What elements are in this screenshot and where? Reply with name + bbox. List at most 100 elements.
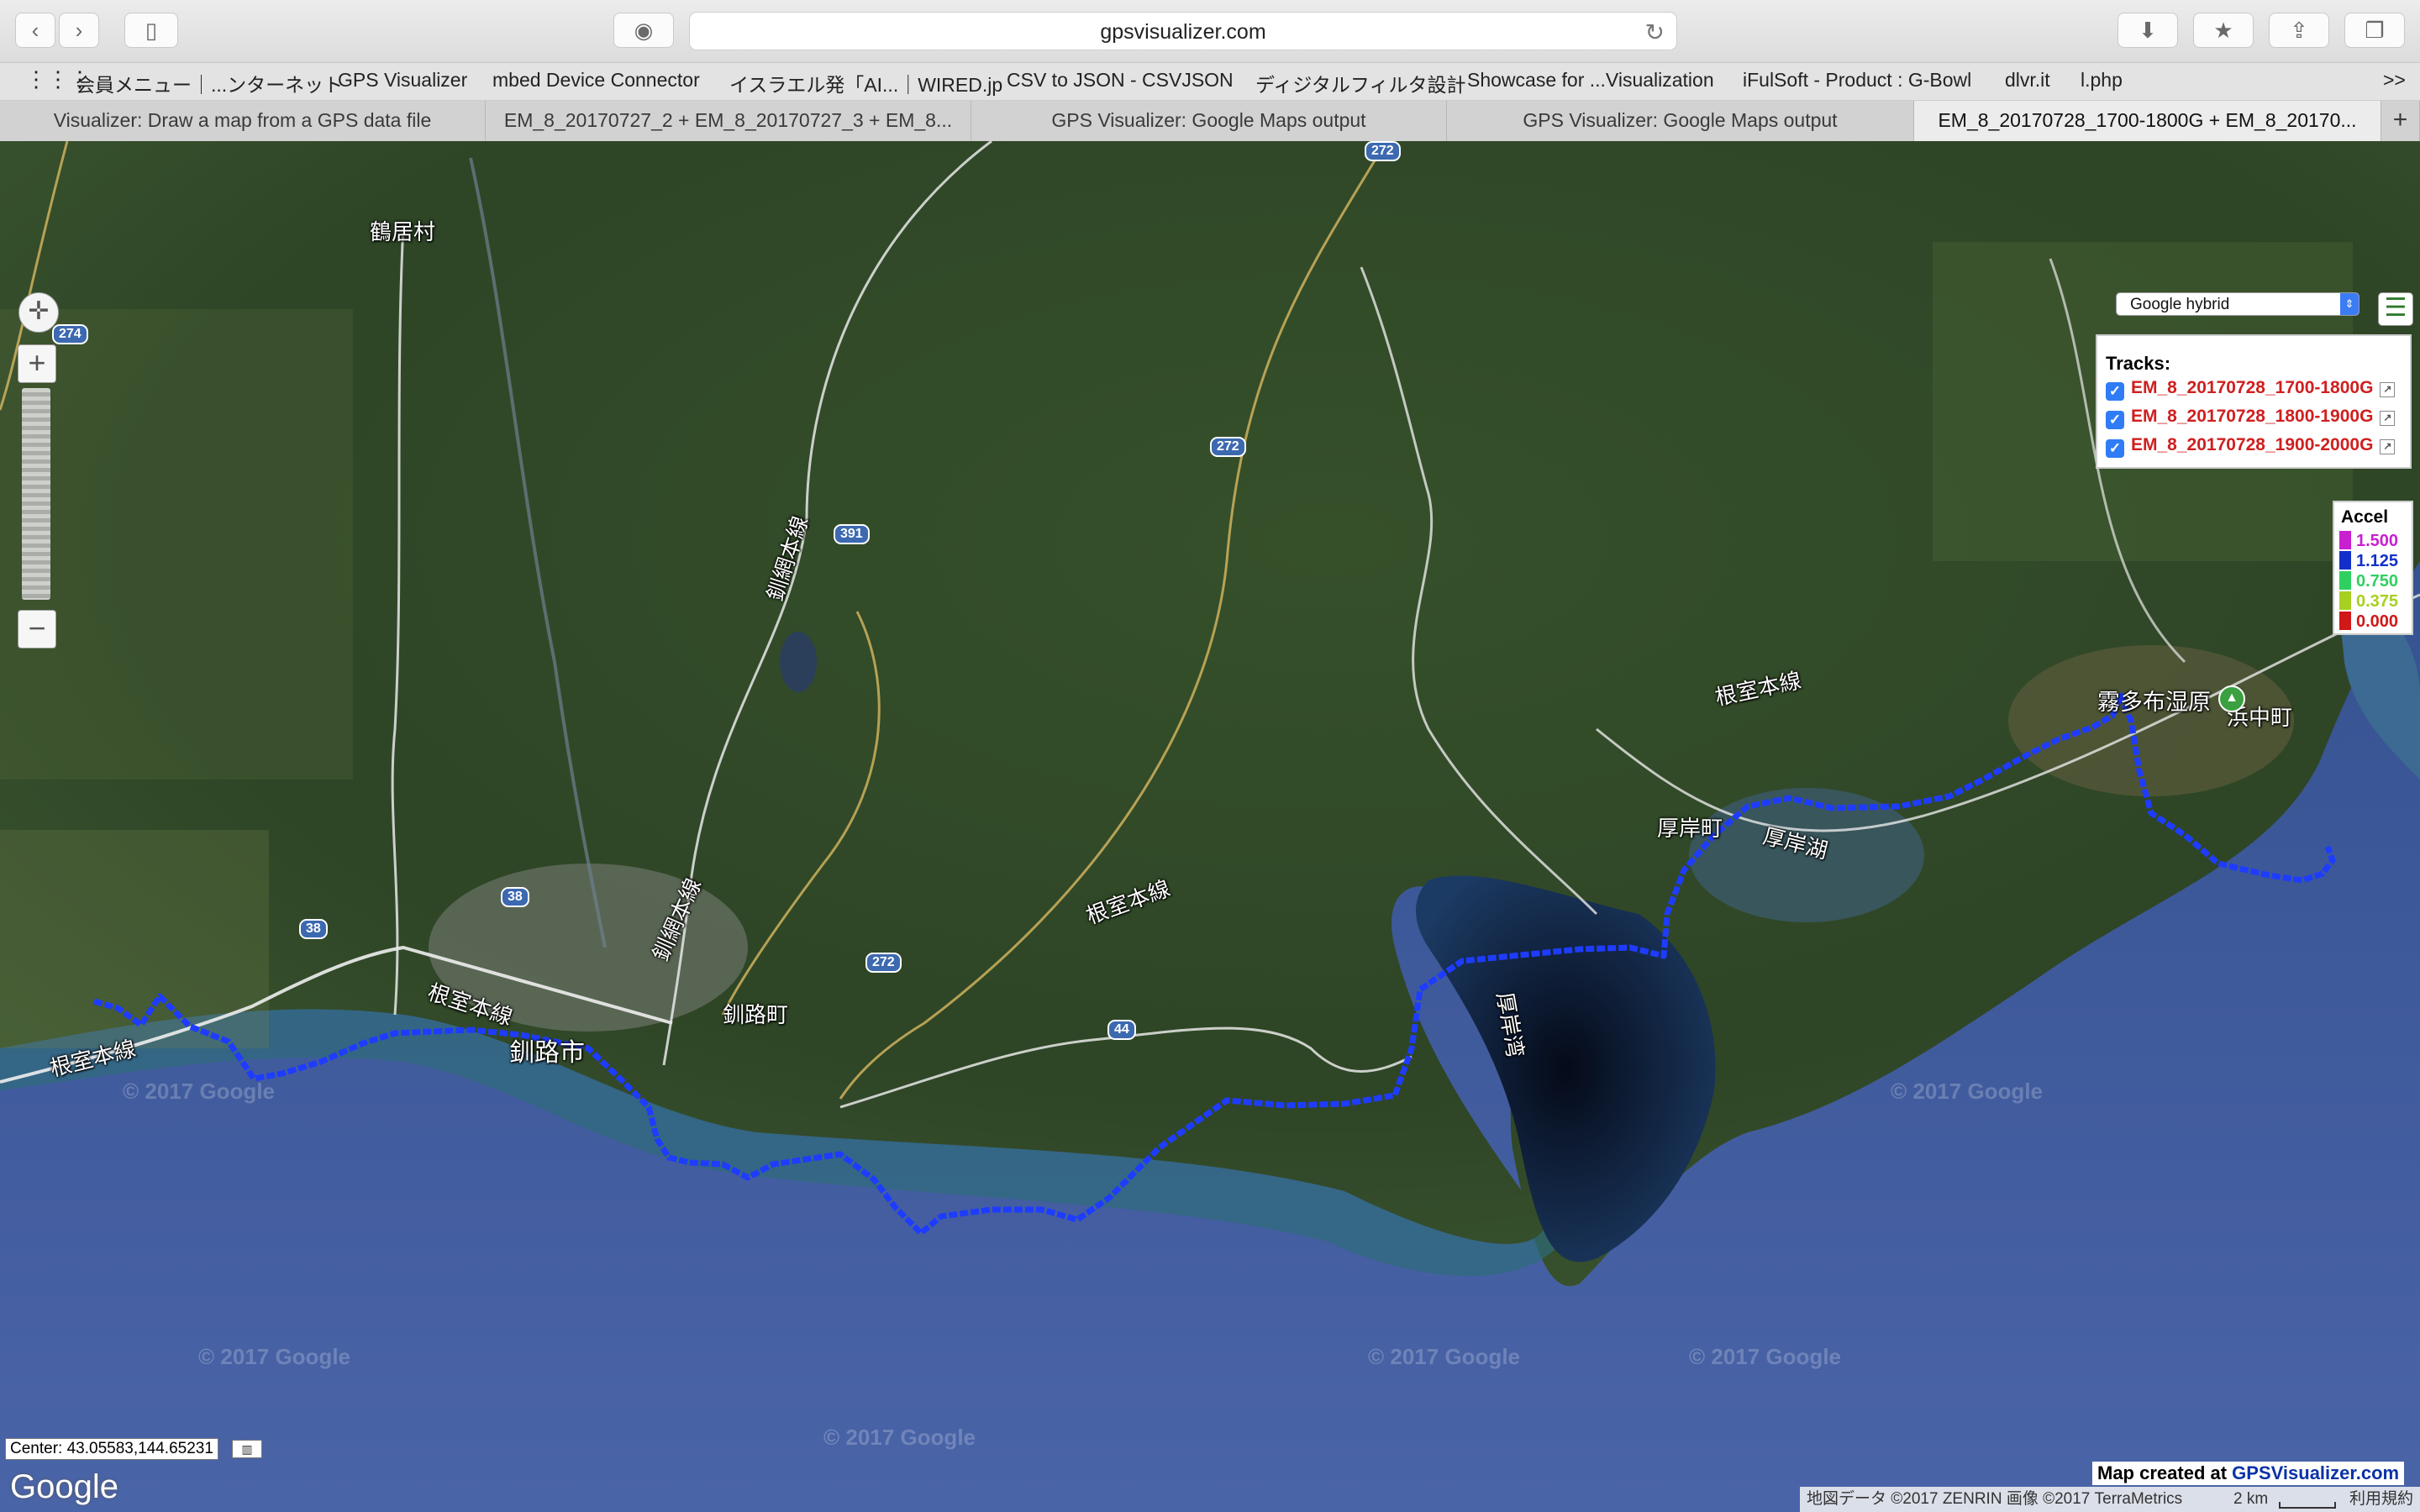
bookmark-item[interactable]: mbed Device Connector	[492, 69, 700, 92]
attribution-text: 地図データ ©2017 ZENRIN 画像 ©2017 TerraMetrics	[1807, 1490, 2183, 1508]
bookmark-item[interactable]: GPS Visualizer	[338, 69, 467, 92]
road-shield: 272	[1365, 141, 1401, 161]
legend-row: 1.500	[2339, 531, 2398, 551]
road-shield: 44	[1107, 1020, 1136, 1040]
tab[interactable]: GPS Visualizer: Google Maps output	[1447, 101, 1914, 141]
bookmark-item[interactable]: l.php	[2081, 69, 2123, 92]
reload-icon[interactable]: ↻	[1645, 18, 1665, 46]
accel-legend: Accel 1.500 1.125 0.750 0.375 0.000	[2333, 501, 2413, 635]
sidebar-button[interactable]: ▯	[124, 13, 178, 48]
map-watermark: © 2017 Google	[123, 1079, 275, 1104]
external-link-icon[interactable]: ↗	[2380, 439, 2396, 454]
legend-value: 1.125	[2356, 552, 2399, 570]
map-watermark: © 2017 Google	[1368, 1344, 1520, 1369]
hamburger-icon: ☰	[2384, 294, 2407, 322]
bookmark-item[interactable]: CSV to JSON - CSVJSON	[1007, 69, 1234, 92]
bookmark-item[interactable]: dlvr.it	[2005, 69, 2050, 92]
satellite-imagery	[0, 141, 2420, 1512]
google-logo: Google	[10, 1468, 118, 1505]
map-watermark: © 2017 Google	[198, 1344, 350, 1369]
legend-swatch	[2339, 591, 2351, 610]
menu-button[interactable]: ☰	[2378, 292, 2413, 326]
park-icon: ▲	[2218, 685, 2245, 712]
track-label[interactable]: EM_8_20170728_1800-1900G	[2131, 407, 2373, 426]
share-icon: ⇪	[2290, 17, 2308, 43]
track-label[interactable]: EM_8_20170728_1900-2000G	[2131, 435, 2373, 454]
new-tab-button[interactable]: +	[2381, 101, 2420, 141]
map-credit: Map created at GPSVisualizer.com	[2092, 1462, 2405, 1485]
road-shield: 272	[865, 953, 902, 973]
grammarly-icon: ◉	[634, 17, 654, 43]
gpsvisualizer-link[interactable]: GPSVisualizer.com	[2232, 1462, 2399, 1483]
place-label: 釧路町	[723, 1002, 789, 1027]
tab[interactable]: GPS Visualizer: Google Maps output	[971, 101, 1447, 141]
checkbox-checked-icon[interactable]: ✓	[2106, 411, 2124, 429]
place-label: 鶴居村	[370, 219, 436, 244]
place-label: 霧多布湿原	[2097, 690, 2211, 715]
grammarly-button[interactable]: ◉	[613, 13, 674, 48]
road-shield: 391	[834, 524, 870, 544]
scale-label: 2 km	[2233, 1490, 2269, 1508]
tracks-title: Tracks:	[2106, 353, 2171, 374]
map-view[interactable]: © 2017 Google © 2017 Google © 2017 Googl…	[0, 141, 2420, 1512]
minus-icon: −	[28, 611, 46, 645]
external-link-icon[interactable]: ↗	[2380, 411, 2396, 426]
map-type-select[interactable]: Google hybrid ⇕	[2116, 292, 2360, 316]
back-button[interactable]: ‹	[15, 13, 55, 48]
legend-swatch	[2339, 551, 2351, 570]
center-coordinates: Center: 43.05583,144.65231	[5, 1438, 218, 1460]
tab-active[interactable]: EM_8_20170728_1700-1800G + EM_8_20170...	[1914, 101, 2381, 141]
tab[interactable]: Visualizer: Draw a map from a GPS data f…	[0, 101, 486, 141]
bookmark-item[interactable]: Showcase for ...Visualization	[1467, 69, 1714, 92]
zoom-out-button[interactable]: −	[18, 610, 56, 648]
scale-bar	[2279, 1502, 2336, 1509]
track-label[interactable]: EM_8_20170728_1700-1800G	[2131, 378, 2373, 397]
tracks-panel: Tracks: ✓ EM_8_20170728_1700-1800G ↗ ✓ EM_8…	[2096, 334, 2412, 469]
road-shield: 38	[501, 887, 529, 907]
zoom-in-button[interactable]: +	[18, 344, 56, 383]
zoom-slider[interactable]	[22, 388, 50, 600]
track-item[interactable]: ✓ EM_8_20170728_1900-2000G ↗	[2106, 435, 2396, 458]
ruler-icon[interactable]: ▥	[232, 1440, 262, 1458]
bookmark-item[interactable]: ディジタルフィルタ設計	[1255, 69, 1465, 97]
share-button[interactable]: ⇪	[2269, 13, 2329, 48]
legend-row: 1.125	[2339, 551, 2398, 571]
bookmarks-overflow[interactable]: >>	[2383, 69, 2406, 92]
legend-row: 0.000	[2339, 612, 2398, 632]
bookmark-item[interactable]: イスラエル発「AI...｜WIRED.jp	[729, 69, 1002, 97]
sidebar-icon: ▯	[145, 17, 158, 43]
show-tabs-button[interactable]: ❐	[2344, 13, 2405, 48]
forward-button[interactable]: ›	[59, 13, 99, 48]
external-link-icon[interactable]: ↗	[2380, 382, 2396, 397]
map-type-value: Google hybrid	[2130, 296, 2230, 313]
chevron-left-icon: ‹	[31, 17, 39, 43]
star-icon: ★	[2213, 17, 2233, 43]
bookmark-item[interactable]: iFulSoft - Product : G-Bowl	[1743, 69, 1971, 92]
url-field[interactable]: gpsvisualizer.com ↻	[689, 12, 1677, 50]
legend-value: 0.750	[2356, 572, 2399, 591]
road-shield: 38	[299, 919, 328, 939]
plus-icon: +	[28, 345, 46, 380]
checkbox-checked-icon[interactable]: ✓	[2106, 382, 2124, 401]
bookmark-item[interactable]: 会員メニュー｜...ンターネット	[76, 69, 343, 97]
browser-toolbar: ‹ › ▯ ◉ gpsvisualizer.com ↻ ⬇ ★ ⇪ ❐	[0, 0, 2420, 63]
track-item[interactable]: ✓ EM_8_20170728_1800-1900G ↗	[2106, 407, 2396, 429]
bookmark-button[interactable]: ★	[2193, 13, 2254, 48]
legend-swatch	[2339, 571, 2351, 590]
chevron-right-icon: ›	[75, 17, 83, 43]
pan-control[interactable]: ✛	[18, 292, 59, 333]
legend-swatch	[2339, 531, 2351, 549]
tab[interactable]: EM_8_20170727_2 + EM_8_20170727_3 + EM_8…	[486, 101, 971, 141]
track-item[interactable]: ✓ EM_8_20170728_1700-1800G ↗	[2106, 378, 2396, 401]
map-watermark: © 2017 Google	[1891, 1079, 2043, 1104]
terms-link[interactable]: 利用規約	[2349, 1487, 2413, 1512]
legend-swatch	[2339, 612, 2351, 630]
map-attribution: 地図データ ©2017 ZENRIN 画像 ©2017 TerraMetrics…	[1800, 1487, 2420, 1512]
checkbox-checked-icon[interactable]: ✓	[2106, 439, 2124, 458]
tab-bar: Visualizer: Draw a map from a GPS data f…	[0, 101, 2420, 142]
legend-row: 0.375	[2339, 591, 2398, 612]
compass-icon: ✛	[28, 297, 50, 325]
downloads-button[interactable]: ⬇	[2118, 13, 2178, 48]
url-text: gpsvisualizer.com	[1100, 20, 1266, 44]
bookmarks-bar: ⋮⋮⋮ 会員メニュー｜...ンターネット GPS Visualizer mbed…	[0, 63, 2420, 101]
